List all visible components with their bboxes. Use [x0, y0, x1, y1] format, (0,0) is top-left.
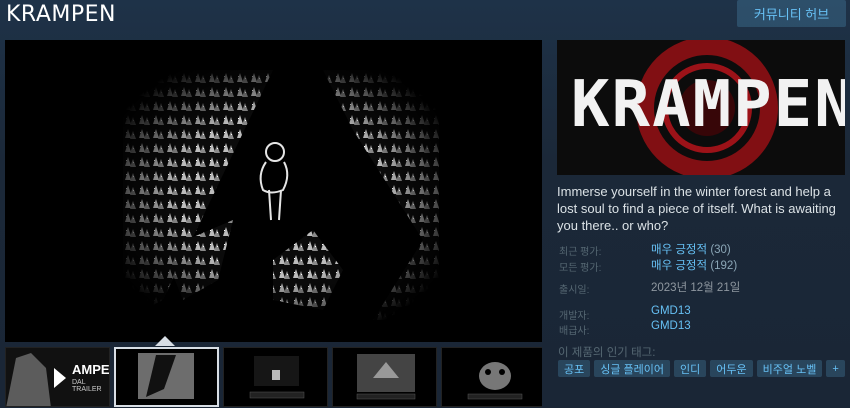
recent-reviews-label: 최근 평가:	[559, 247, 602, 258]
selected-thumb-pointer	[155, 336, 175, 346]
header-capsule-image: KRAMPEN	[557, 40, 845, 175]
popular-tags-label: 이 제품의 인기 태그:	[558, 347, 656, 359]
game-title: KRAMPEN	[6, 2, 116, 27]
recent-reviews-count: (30)	[710, 244, 731, 256]
main-screenshot-viewer[interactable]	[5, 40, 542, 342]
thumbnail-strip: AMPEN DAL TRAILER	[5, 347, 542, 407]
all-reviews-label: 모든 평가:	[559, 263, 602, 274]
thumbnail-screenshot-4[interactable]	[441, 347, 542, 407]
tag-visual-novel[interactable]: 비주얼 노벨	[756, 360, 823, 377]
capsule-logo: KRAMPEN	[571, 68, 845, 142]
community-hub-button[interactable]: 커뮤니티 허브	[737, 0, 846, 27]
thumbnail-trailer[interactable]: AMPEN DAL TRAILER	[5, 347, 110, 407]
thumbnail-screenshot-2[interactable]	[223, 347, 328, 407]
recent-reviews-summary[interactable]: 매우 긍정적 (30)	[651, 241, 731, 257]
release-date-label: 출시일:	[559, 285, 590, 296]
popular-tags-list: 공포 싱글 플레이어 인디 어두운 비주얼 노벨 +	[558, 360, 845, 377]
recent-reviews-value[interactable]: 매우 긍정적	[651, 244, 707, 256]
publisher-link[interactable]: GMD13	[651, 320, 691, 332]
tag-indie[interactable]: 인디	[674, 360, 707, 377]
developer-link[interactable]: GMD13	[651, 305, 691, 317]
release-date-value: 2023년 12월 21일	[651, 282, 741, 294]
game-description: Immerse yourself in the winter forest an…	[557, 184, 836, 233]
all-reviews-summary[interactable]: 매우 긍정적 (192)	[651, 257, 737, 273]
all-reviews-value[interactable]: 매우 긍정적	[651, 260, 707, 272]
thumbnail-screenshot-1[interactable]	[114, 347, 219, 407]
thumbnail-screenshot-3[interactable]	[332, 347, 437, 407]
tag-dark[interactable]: 어두운	[710, 360, 753, 377]
tag-horror[interactable]: 공포	[558, 360, 591, 377]
tag-more-button[interactable]: +	[826, 360, 845, 377]
screenshot-image	[123, 70, 439, 320]
trailer-subtitle: DAL TRAILER	[72, 379, 102, 393]
tag-singleplayer[interactable]: 싱글 플레이어	[594, 360, 671, 377]
publisher-label: 배급사:	[559, 326, 590, 337]
developer-label: 개발자:	[559, 311, 590, 322]
trailer-title: AMPEN	[72, 362, 110, 377]
all-reviews-count: (192)	[710, 260, 738, 272]
